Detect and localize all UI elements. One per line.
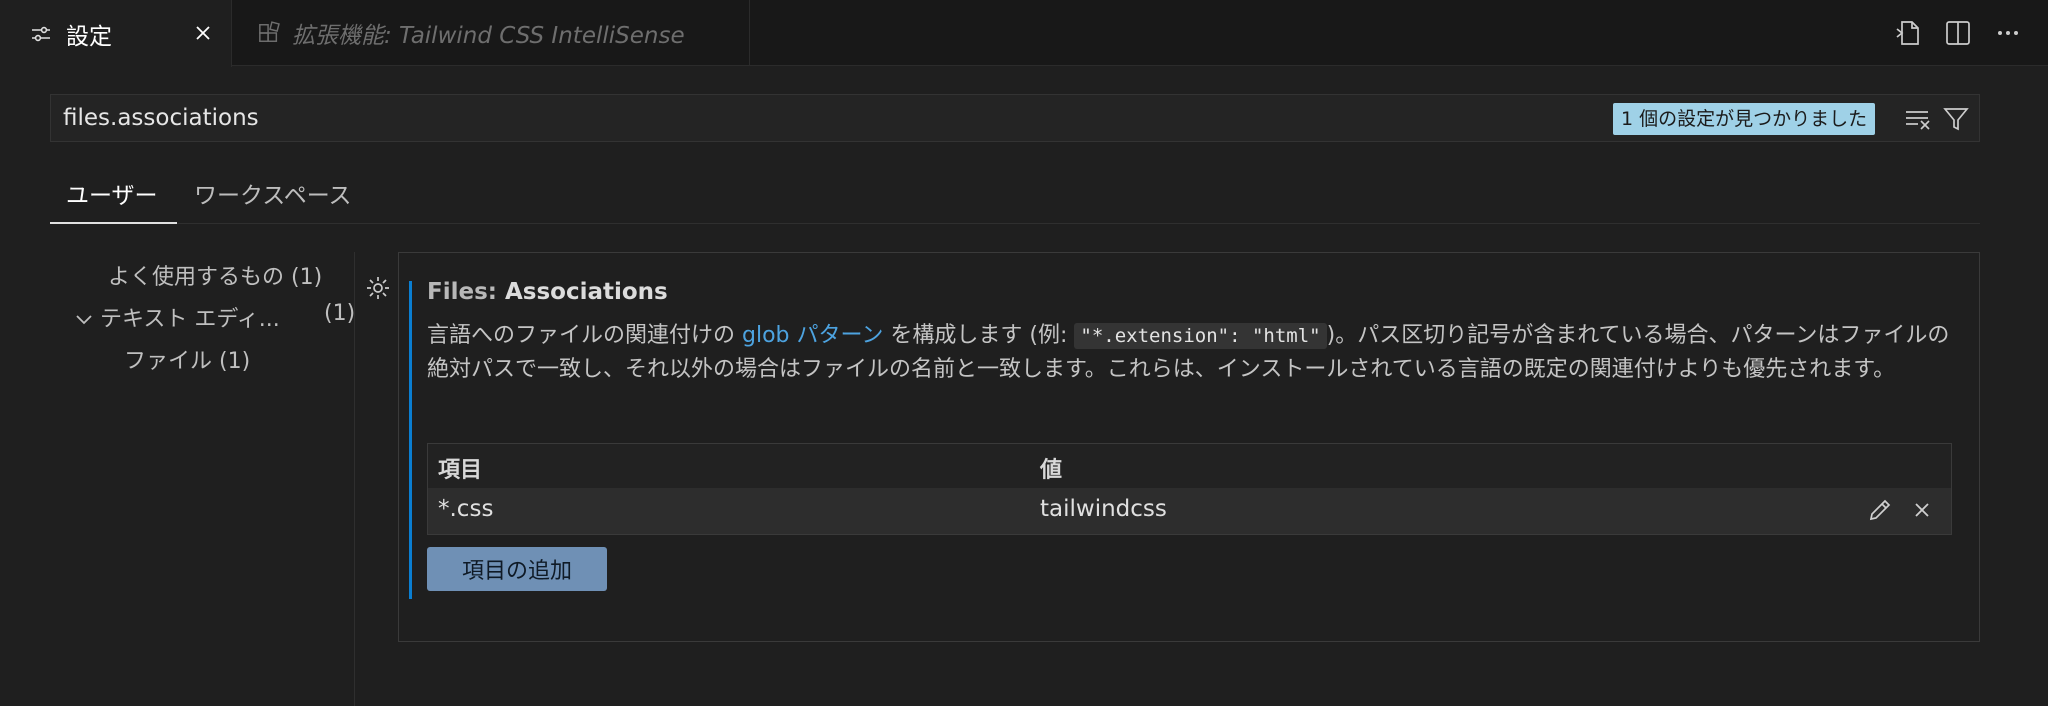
- desc-text: 言語へのファイルの関連付けの: [427, 323, 742, 348]
- setting-name: Associations: [504, 279, 668, 305]
- row-item-key: *.css: [438, 496, 494, 522]
- settings-sliders-icon: [30, 23, 52, 45]
- extensions-icon: [258, 21, 280, 44]
- tab-settings[interactable]: 設定: [0, 0, 232, 67]
- tab-extension-label: 拡張機能: Tailwind CSS IntelliSense: [292, 23, 685, 49]
- setting-category: Files:: [427, 279, 505, 305]
- desc-text: を構成します (例:: [883, 323, 1075, 348]
- row-item-value: tailwindcss: [1040, 496, 1167, 522]
- header-item: 項目: [438, 458, 483, 483]
- associations-table: 項目 値 *.css tailwindcss: [427, 443, 1952, 535]
- add-item-button[interactable]: 項目の追加: [427, 547, 607, 591]
- editor-actions: [1892, 17, 2024, 49]
- setting-description: 言語へのファイルの関連付けの glob パターン を構成します (例: "*.e…: [427, 319, 1957, 387]
- table-row[interactable]: *.css tailwindcss: [428, 488, 1951, 534]
- glob-pattern-link[interactable]: glob パターン: [742, 323, 883, 348]
- toc-item-text-editor-count: (1): [324, 301, 356, 326]
- tab-extension-tailwind[interactable]: 拡張機能: Tailwind CSS IntelliSense: [232, 0, 750, 66]
- toc-item-text-editor-label: テキスト エディ...: [100, 307, 280, 332]
- setting-modified-indicator: [409, 281, 412, 599]
- toc-item-commonly-used[interactable]: よく使用するもの (1): [108, 259, 322, 291]
- toc-item-files[interactable]: ファイル (1): [124, 343, 250, 375]
- search-result-count-badge: 1 個の設定が見つかりました: [1613, 103, 1876, 135]
- gear-icon[interactable]: [364, 274, 392, 302]
- table-header: 項目 値: [428, 444, 1951, 488]
- tab-workspace-scope[interactable]: ワークスペース: [194, 176, 352, 210]
- desc-code-example: "*.extension": "html": [1074, 323, 1327, 349]
- setting-files-associations: Files: Associations 言語へのファイルの関連付けの glob …: [398, 252, 1980, 642]
- close-icon[interactable]: [191, 21, 215, 45]
- header-value: 値: [1040, 458, 1063, 483]
- tab-user-scope[interactable]: ユーザー: [66, 176, 158, 210]
- remove-item-icon[interactable]: [1908, 496, 1936, 524]
- clear-filter-icon[interactable]: [1903, 104, 1933, 134]
- chevron-down-icon: [76, 315, 92, 325]
- edit-pencil-icon[interactable]: [1866, 496, 1894, 524]
- toc-divider: [354, 252, 355, 706]
- more-actions-icon[interactable]: [1992, 17, 2024, 49]
- settings-search-box[interactable]: files.associations 1 個の設定が見つかりました: [50, 94, 1980, 142]
- toc-item-text-editor[interactable]: テキスト エディ...: [74, 301, 280, 333]
- split-editor-icon[interactable]: [1942, 17, 1974, 49]
- search-input-value[interactable]: files.associations: [63, 105, 259, 131]
- filter-icon[interactable]: [1941, 104, 1971, 134]
- tab-settings-label: 設定: [66, 23, 112, 50]
- open-settings-json-icon[interactable]: [1892, 17, 1924, 49]
- scope-tabs-divider: [50, 223, 1980, 224]
- setting-title: Files: Associations: [427, 279, 668, 305]
- active-scope-indicator: [50, 222, 177, 224]
- editor-tab-bar: 設定 拡張機能: Tailwind CSS IntelliSense: [0, 0, 2048, 67]
